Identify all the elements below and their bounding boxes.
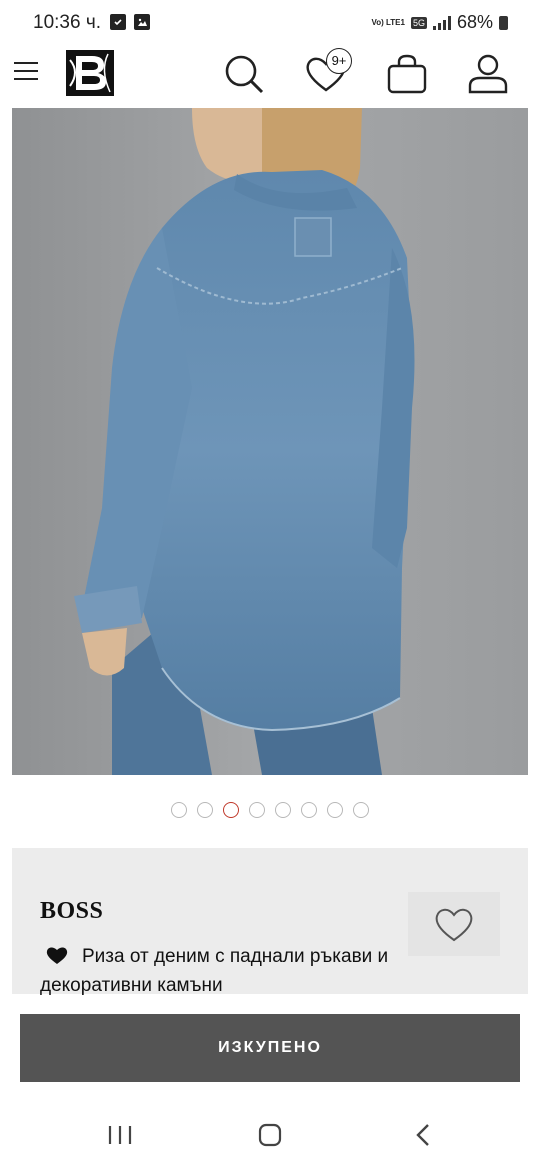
- app-header: [0, 46, 540, 106]
- battery-icon: [499, 15, 508, 30]
- product-description: Риза от деним с паднали ръкави и декорат…: [40, 942, 400, 1000]
- network-tag: Vo) LTE1: [371, 17, 405, 27]
- add-to-wishlist-button[interactable]: [408, 892, 500, 956]
- shopping-bag-icon[interactable]: [385, 52, 429, 96]
- back-icon[interactable]: [410, 1122, 440, 1148]
- pager-dot[interactable]: [197, 802, 213, 818]
- signal-icon: [432, 15, 451, 30]
- pager-dot[interactable]: [301, 802, 317, 818]
- wishlist-count-badge: 9+: [326, 48, 352, 74]
- product-info-panel: BOSS Риза от деним с паднали ръкави и де…: [12, 848, 528, 996]
- status-bar: 10:36 ч. Vo) LTE1 5G 68%: [0, 0, 540, 46]
- pager-dot-active[interactable]: [223, 802, 239, 818]
- system-nav-bar: [0, 1100, 540, 1170]
- pager-dot[interactable]: [275, 802, 291, 818]
- pager-dot[interactable]: [249, 802, 265, 818]
- checkbox-notification-icon: [110, 14, 126, 30]
- product-image[interactable]: [12, 108, 528, 775]
- product-name: Риза от деним с паднали ръкави и декорат…: [40, 946, 389, 996]
- heart-filled-icon: [46, 947, 68, 964]
- pager-dot[interactable]: [353, 802, 369, 818]
- pager-dot[interactable]: [171, 802, 187, 818]
- network-5g-badge: 5G: [410, 16, 427, 29]
- home-icon[interactable]: [256, 1122, 286, 1148]
- heart-outline-icon: [435, 908, 473, 942]
- search-icon[interactable]: [222, 52, 266, 96]
- battery-percent: 68%: [456, 12, 493, 32]
- sold-out-button[interactable]: ИЗКУПЕНО: [20, 1014, 520, 1082]
- account-icon[interactable]: [466, 52, 510, 96]
- pager-dot[interactable]: [327, 802, 343, 818]
- status-time: 10:36 ч.: [33, 12, 102, 33]
- recent-apps-icon[interactable]: [106, 1122, 136, 1148]
- brand-logo[interactable]: [66, 50, 114, 96]
- gallery-notification-icon: [134, 14, 150, 30]
- menu-icon[interactable]: [14, 62, 38, 80]
- brand-name[interactable]: BOSS: [40, 898, 103, 925]
- status-indicators: Vo) LTE1 5G 68%: [371, 12, 508, 33]
- image-pager: [0, 802, 540, 822]
